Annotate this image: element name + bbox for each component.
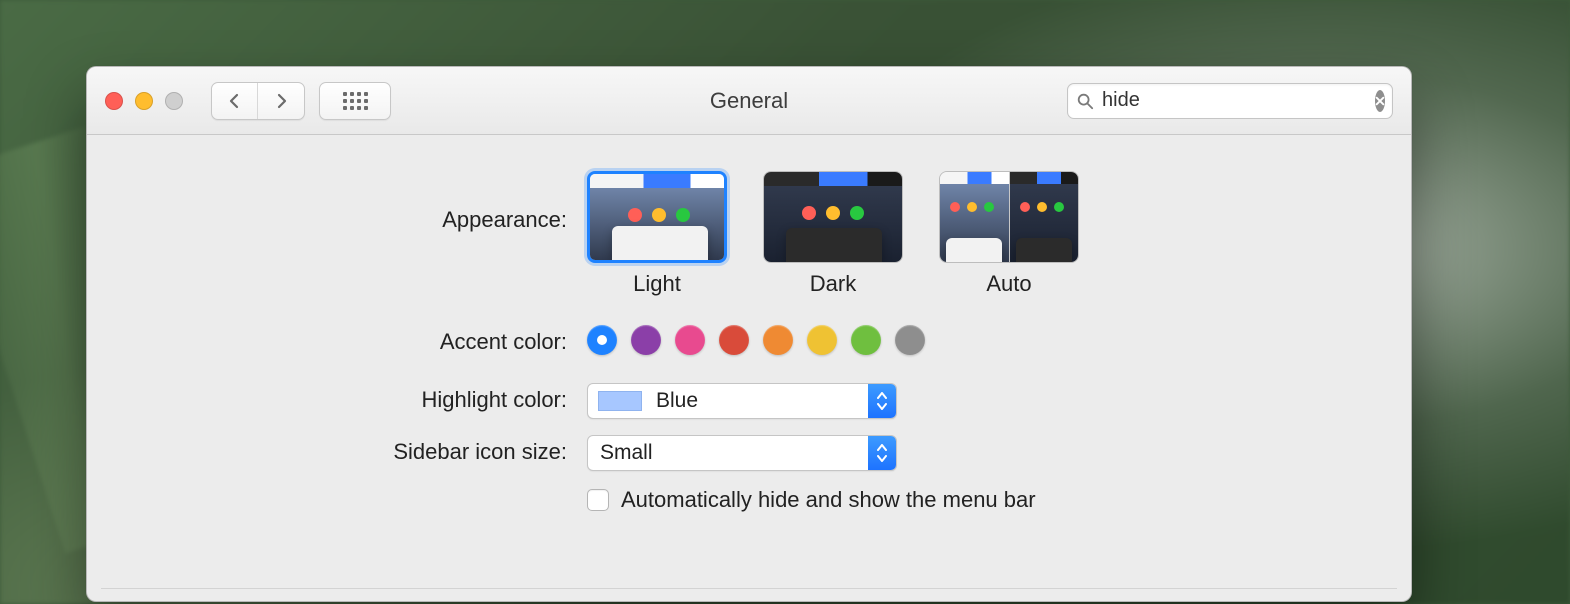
grid-icon xyxy=(343,92,368,110)
label-highlight: Highlight color: xyxy=(115,383,587,413)
accent-swatch-yellow[interactable] xyxy=(807,325,837,355)
chevron-right-icon xyxy=(273,93,289,109)
search-field[interactable] xyxy=(1067,83,1393,119)
highlight-color-swatch xyxy=(598,391,642,411)
appearance-option-dark[interactable]: Dark xyxy=(763,171,903,297)
sidebar-icon-size-select[interactable]: Small xyxy=(587,435,897,471)
back-button[interactable] xyxy=(212,83,258,119)
appearance-option-light[interactable]: Light xyxy=(587,171,727,297)
menu-bar-autohide-label: Automatically hide and show the menu bar xyxy=(621,487,1036,513)
search-input[interactable] xyxy=(1102,89,1367,112)
highlight-color-value: Blue xyxy=(652,389,868,413)
row-menu-bar-autohide: Automatically hide and show the menu bar xyxy=(115,487,1383,513)
accent-swatch-blue[interactable] xyxy=(587,325,617,355)
row-accent-color: Accent color: xyxy=(115,325,1383,355)
appearance-option-auto[interactable]: Auto xyxy=(939,171,1079,297)
accent-color-swatches xyxy=(587,325,1383,355)
sidebar-icon-size-value: Small xyxy=(588,441,868,465)
label-appearance: Appearance: xyxy=(115,171,587,233)
window-traffic-lights xyxy=(105,92,183,110)
chevron-up-icon xyxy=(877,392,887,399)
row-appearance: Appearance: Light xyxy=(115,171,1383,297)
accent-swatch-red[interactable] xyxy=(719,325,749,355)
select-stepper-icon xyxy=(868,384,896,418)
appearance-options: Light Dark xyxy=(587,171,1383,297)
accent-swatch-orange[interactable] xyxy=(763,325,793,355)
menu-bar-autohide-checkbox[interactable] xyxy=(587,489,609,511)
chevron-up-icon xyxy=(877,444,887,451)
window-toolbar: General xyxy=(87,67,1411,135)
search-clear-button[interactable] xyxy=(1375,90,1385,112)
search-icon xyxy=(1076,92,1094,110)
arrow-right-icon xyxy=(425,562,585,600)
section-divider xyxy=(101,588,1397,589)
accent-swatch-graphite[interactable] xyxy=(895,325,925,355)
chevron-down-icon xyxy=(877,403,887,410)
appearance-thumb-light xyxy=(587,171,727,263)
preferences-window: General Appearance: xyxy=(86,66,1412,602)
accent-swatch-green[interactable] xyxy=(851,325,881,355)
highlight-color-select[interactable]: Blue xyxy=(587,383,897,419)
chevron-down-icon xyxy=(877,455,887,462)
forward-button[interactable] xyxy=(258,83,304,119)
window-zoom-button[interactable] xyxy=(165,92,183,110)
general-pane: Appearance: Light xyxy=(87,135,1411,513)
row-sidebar-icon-size: Sidebar icon size: Small xyxy=(115,435,1383,471)
accent-swatch-pink[interactable] xyxy=(675,325,705,355)
show-all-button[interactable] xyxy=(320,83,390,119)
select-stepper-icon xyxy=(868,436,896,470)
show-all-segment xyxy=(319,82,391,120)
window-close-button[interactable] xyxy=(105,92,123,110)
chevron-left-icon xyxy=(227,93,243,109)
label-sidebar-icon: Sidebar icon size: xyxy=(115,435,587,465)
appearance-caption-light: Light xyxy=(633,271,681,297)
window-minimize-button[interactable] xyxy=(135,92,153,110)
close-icon xyxy=(1375,96,1385,106)
row-highlight-color: Highlight color: Blue xyxy=(115,383,1383,419)
appearance-thumb-auto xyxy=(939,171,1079,263)
appearance-caption-dark: Dark xyxy=(810,271,856,297)
nav-segmented-control xyxy=(211,82,305,120)
appearance-thumb-dark xyxy=(763,171,903,263)
label-accent: Accent color: xyxy=(115,325,587,355)
appearance-caption-auto: Auto xyxy=(986,271,1031,297)
accent-swatch-purple[interactable] xyxy=(631,325,661,355)
